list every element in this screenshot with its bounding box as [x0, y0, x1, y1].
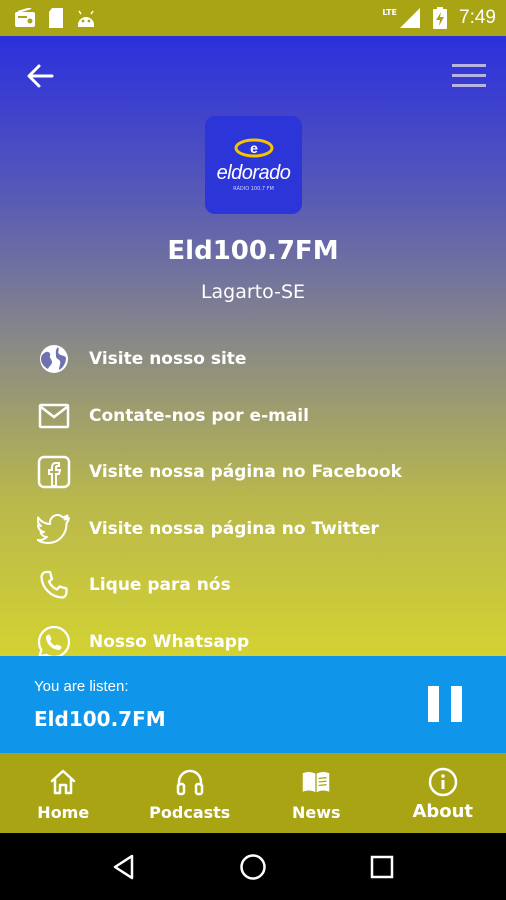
link-twitter[interactable]: Visite nossa página no Twitter	[36, 501, 486, 558]
station-details: e eldorado RÁDIO 100,7 FM Eld100.7FM Lag…	[0, 36, 506, 658]
globe-icon	[36, 341, 72, 377]
mail-icon	[36, 398, 72, 434]
status-bar-right: LTE 7:49	[382, 7, 496, 29]
info-icon	[428, 767, 458, 797]
phone-icon	[36, 567, 72, 603]
link-whatsapp-label: Nosso Whatsapp	[89, 631, 250, 652]
home-icon	[48, 767, 78, 797]
menu-button[interactable]	[451, 62, 487, 90]
circle-home-icon	[240, 853, 266, 880]
svg-text:e: e	[250, 140, 258, 156]
link-website[interactable]: Visite nosso site	[36, 331, 486, 388]
whatsapp-icon	[36, 624, 72, 660]
nav-recents-button[interactable]	[362, 847, 402, 887]
station-logo: e eldorado RÁDIO 100,7 FM	[205, 116, 302, 214]
link-phone-label: Lique para nós	[89, 575, 231, 596]
nav-back-button[interactable]	[104, 847, 144, 887]
clock: 7:49	[459, 7, 496, 28]
logo-subtext: RÁDIO 100,7 FM	[233, 186, 274, 192]
pause-button[interactable]	[428, 686, 462, 722]
book-open-icon	[301, 767, 331, 797]
now-playing-caption: You are listen:	[34, 678, 129, 695]
link-email[interactable]: Contate-nos por e-mail	[36, 388, 486, 445]
tab-news[interactable]: News	[253, 753, 380, 833]
sd-card-icon	[49, 8, 63, 28]
now-playing-bar: You are listen: Eld100.7FM	[0, 656, 506, 753]
system-navigation-bar	[0, 833, 506, 900]
logo-emblem: e	[234, 138, 273, 158]
twitter-icon	[36, 511, 72, 547]
logo-text: eldorado	[216, 162, 291, 184]
battery-charging-icon	[433, 7, 448, 29]
contact-links: Visite nosso site Contate-nos por e-mail…	[36, 331, 486, 670]
station-city: Lagarto-SE	[200, 281, 306, 303]
square-recents-icon	[370, 855, 393, 878]
bottom-tab-bar: Home Podcasts News About	[0, 753, 506, 833]
tab-home-label: Home	[37, 803, 90, 822]
tab-news-label: News	[291, 803, 341, 822]
link-facebook[interactable]: Visite nossa página no Facebook	[36, 444, 486, 501]
status-bar-left	[14, 8, 96, 28]
back-button[interactable]	[24, 60, 56, 92]
station-name: Eld100.7FM	[167, 236, 339, 266]
tab-home[interactable]: Home	[0, 753, 127, 833]
radio-icon	[15, 8, 35, 27]
headphones-icon	[175, 767, 205, 797]
pause-icon-bar-right	[451, 686, 462, 722]
arrow-left-icon	[27, 64, 54, 88]
nav-home-button[interactable]	[233, 847, 273, 887]
hamburger-menu-icon	[452, 64, 486, 87]
status-bar: LTE 7:49	[0, 0, 506, 36]
android-icon	[78, 10, 94, 27]
facebook-icon	[36, 454, 72, 490]
tab-podcasts-label: Podcasts	[149, 803, 231, 822]
link-website-label: Visite nosso site	[89, 349, 247, 370]
pause-icon-bar-left	[428, 686, 439, 722]
link-phone[interactable]: Lique para nós	[36, 557, 486, 614]
link-email-label: Contate-nos por e-mail	[89, 405, 309, 426]
signal-icon	[400, 8, 421, 28]
now-playing-title: Eld100.7FM	[34, 707, 166, 731]
network-type: LTE	[382, 7, 398, 17]
tab-about[interactable]: About	[380, 753, 506, 833]
triangle-back-icon	[114, 854, 134, 879]
tab-about-label: About	[412, 801, 474, 822]
tab-podcasts[interactable]: Podcasts	[127, 753, 254, 833]
link-twitter-label: Visite nossa página no Twitter	[89, 518, 379, 539]
link-facebook-label: Visite nossa página no Facebook	[89, 462, 402, 483]
